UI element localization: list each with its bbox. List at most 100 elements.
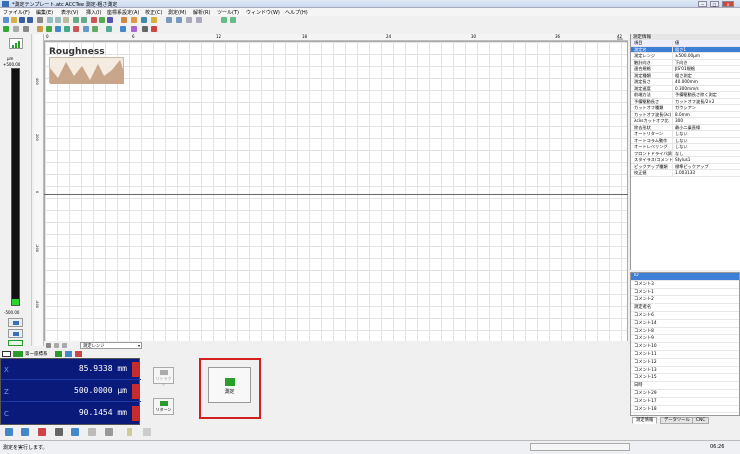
list-item[interactable]: 日時 (631, 382, 739, 390)
data-icon[interactable] (141, 17, 147, 23)
list-item[interactable]: コメント3 (631, 281, 739, 289)
list-item[interactable]: コメント2 (631, 296, 739, 305)
tool-icon[interactable] (143, 428, 151, 436)
maximize-button[interactable]: □ (710, 1, 719, 7)
close-button[interactable]: ✕ (722, 1, 734, 7)
report-icon[interactable] (131, 17, 137, 23)
menu-tools[interactable]: ツール(T) (217, 9, 239, 16)
list-item[interactable]: ID (631, 273, 739, 281)
menu-insert[interactable]: 挿入(I) (86, 9, 101, 16)
io-indicator[interactable] (8, 340, 23, 346)
save-as-icon[interactable] (27, 17, 33, 23)
list-item[interactable]: コメント12 (631, 359, 739, 367)
property-row[interactable]: 校正値 1.003133 (631, 170, 740, 177)
redo-icon[interactable] (81, 17, 87, 23)
list-item[interactable]: コメント14 (631, 320, 739, 328)
graph-tool-icon[interactable] (91, 17, 97, 23)
paste-icon[interactable] (63, 17, 69, 23)
marker-icon[interactable] (151, 26, 157, 32)
print-icon[interactable] (37, 17, 43, 23)
calc-icon[interactable] (92, 26, 98, 32)
window-view-icon[interactable] (73, 26, 79, 32)
fit-icon[interactable] (5, 428, 13, 436)
new-icon[interactable] (3, 17, 9, 23)
signal-icon[interactable] (9, 38, 23, 49)
menu-calibrate[interactable]: 校正(C) (145, 9, 162, 16)
chart-icon[interactable] (121, 17, 127, 23)
layout-icon[interactable] (166, 17, 172, 23)
undo-icon[interactable] (73, 17, 79, 23)
axis-value: 85.9338 mm (78, 364, 127, 373)
retract-button[interactable]: リトラクト (153, 367, 174, 387)
list-item[interactable]: コメント18 (631, 406, 739, 414)
return-button[interactable]: リターン (153, 398, 174, 415)
list-item[interactable]: コメント17 (631, 398, 739, 406)
list-item[interactable]: コメント13 (631, 367, 739, 375)
arrow-icon[interactable] (13, 26, 19, 32)
eraser-icon[interactable] (105, 428, 113, 436)
measure-tool-icon[interactable] (37, 26, 43, 32)
shape-icon[interactable] (131, 26, 137, 32)
menu-analyze[interactable]: 解析(R) (193, 9, 210, 16)
forward-icon[interactable] (62, 343, 67, 348)
tab-measurement-info[interactable]: 測定情報 (632, 417, 658, 424)
table-icon[interactable] (55, 26, 61, 32)
line-icon[interactable] (88, 428, 96, 436)
menu-window[interactable]: ウィンドウ(W) (246, 9, 280, 16)
view-icon[interactable] (120, 26, 126, 32)
window-icon[interactable] (176, 17, 182, 23)
mountain-icon[interactable] (3, 26, 9, 32)
list-item[interactable]: コメント15 (631, 374, 739, 383)
graph-view-icon[interactable] (46, 26, 52, 32)
list-item[interactable]: コメント6 (631, 312, 739, 320)
up-button[interactable] (8, 318, 23, 327)
menu-coordinate[interactable]: 座標系設定(A) (107, 9, 139, 16)
zoom-icon[interactable] (107, 17, 113, 23)
rotate-icon[interactable] (21, 428, 29, 436)
list-item[interactable]: コメント10 (631, 343, 739, 351)
tab-cnc[interactable]: CNC (692, 417, 710, 424)
list-item[interactable]: コメント11 (631, 351, 739, 359)
cut-icon[interactable] (47, 17, 53, 23)
measure-button[interactable]: 測定 (208, 367, 251, 403)
unit-toggle-icon[interactable] (65, 351, 72, 357)
menu-help[interactable]: ヘルプ(H) (285, 9, 308, 16)
marker-tool-icon[interactable] (38, 428, 46, 436)
back-icon[interactable] (54, 343, 59, 348)
copy-icon[interactable] (55, 17, 61, 23)
menu-measure[interactable]: 測定(M) (168, 9, 186, 16)
coordinate-system-label[interactable]: 第一座標系 (25, 351, 48, 357)
open-icon[interactable] (11, 17, 17, 23)
minimize-button[interactable]: ─ (698, 1, 707, 7)
list-item[interactable]: コメント8 (631, 328, 739, 336)
menu-edit[interactable]: 編集(E) (36, 9, 53, 16)
list-item[interactable]: コメント9 (631, 335, 739, 344)
result-icon[interactable] (106, 26, 112, 32)
pin-icon[interactable] (127, 428, 132, 436)
arrange-icon[interactable] (196, 17, 202, 23)
view-toggle-icon[interactable] (55, 351, 62, 357)
tab-data-tool[interactable]: データツール (660, 417, 694, 424)
folder-icon[interactable] (151, 17, 157, 23)
down-button[interactable] (8, 329, 23, 338)
settings-icon[interactable] (221, 17, 227, 23)
save-icon[interactable] (19, 17, 25, 23)
list-item[interactable]: コメント1 (631, 289, 739, 297)
menu-view[interactable]: 表示(V) (61, 9, 78, 16)
list-item[interactable]: 測定者名 (631, 304, 739, 312)
reset-icon[interactable] (75, 351, 82, 357)
coordinate-icon[interactable] (2, 351, 11, 357)
edit-tool-icon[interactable] (55, 428, 63, 436)
measurement-range-select[interactable]: 測定レンジ ▾ (80, 342, 142, 349)
person-icon[interactable] (142, 26, 148, 32)
check-icon[interactable] (99, 17, 105, 23)
analyze-icon[interactable] (83, 26, 89, 32)
edit-icon[interactable] (64, 26, 70, 32)
layer-icon[interactable] (71, 428, 79, 436)
options-icon[interactable] (230, 17, 236, 23)
pen-icon[interactable] (23, 26, 29, 32)
list-item[interactable]: コメント29 (631, 390, 739, 398)
tile-icon[interactable] (186, 17, 192, 23)
pan-icon[interactable] (46, 343, 51, 348)
menu-file[interactable]: ファイル(F) (3, 9, 30, 16)
